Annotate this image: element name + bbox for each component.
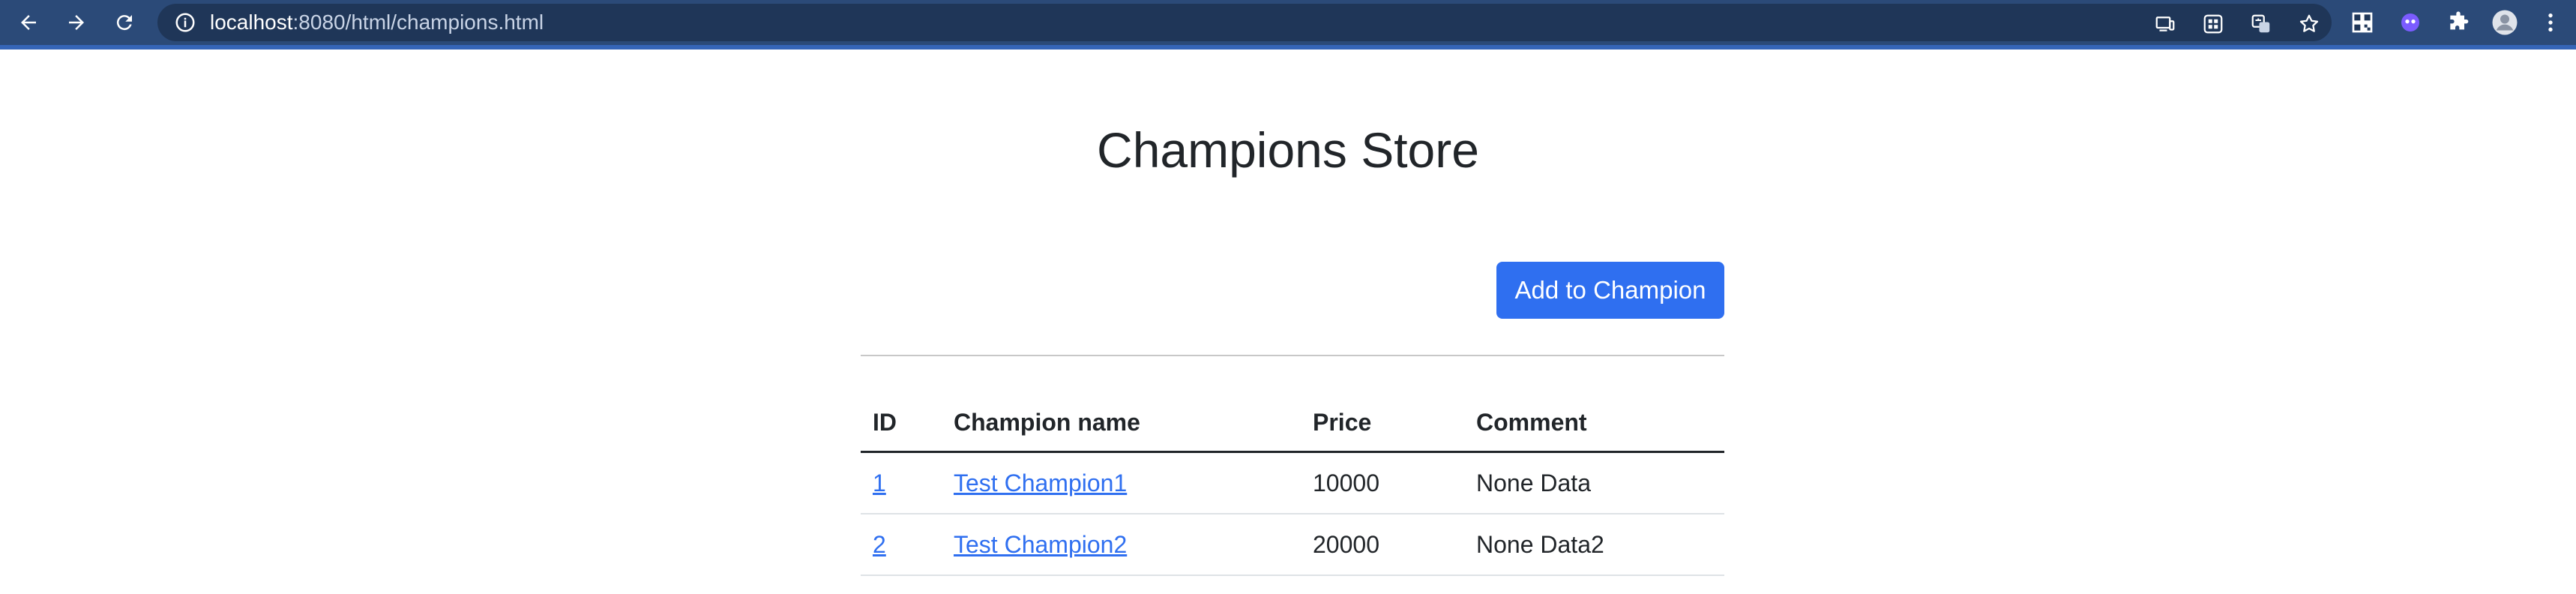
header-id: ID bbox=[861, 394, 942, 453]
header-champion-name: Champion name bbox=[942, 394, 1301, 453]
page-title: Champions Store bbox=[1097, 122, 1479, 178]
cell-comment: None Data bbox=[1464, 452, 1724, 514]
cell-price: 20000 bbox=[1301, 514, 1464, 576]
extension-face-icon[interactable] bbox=[2397, 9, 2424, 36]
translate-icon[interactable] bbox=[2250, 13, 2272, 35]
reload-icon bbox=[116, 15, 132, 31]
table-row: 1 Test Champion1 10000 None Data bbox=[861, 452, 1724, 514]
cast-icon[interactable] bbox=[2154, 13, 2176, 35]
qr-code-icon[interactable] bbox=[2349, 9, 2376, 36]
arrow-right-icon bbox=[69, 15, 84, 30]
url-text[interactable]: localhost:8080/html/champions.html bbox=[210, 10, 544, 35]
forward-button[interactable] bbox=[61, 8, 91, 38]
address-bar[interactable]: localhost:8080/html/champions.html bbox=[157, 4, 2332, 41]
cell-price: 10000 bbox=[1301, 452, 1464, 514]
arrow-left-icon bbox=[21, 15, 36, 30]
browser-toolbar: localhost:8080/html/champions.html bbox=[0, 0, 2576, 50]
header-comment: Comment bbox=[1464, 394, 1724, 453]
champion-name-link[interactable]: Test Champion1 bbox=[954, 470, 1127, 496]
reload-button[interactable] bbox=[109, 8, 139, 38]
apps-grid-icon[interactable] bbox=[2202, 13, 2224, 35]
url-path: :8080/html/champions.html bbox=[292, 10, 544, 34]
info-icon[interactable] bbox=[174, 11, 196, 34]
puzzle-extensions-icon[interactable] bbox=[2445, 9, 2472, 36]
divider bbox=[861, 355, 1724, 356]
back-button[interactable] bbox=[13, 8, 43, 38]
add-champion-button[interactable]: Add to Champion bbox=[1496, 262, 1724, 319]
profile-avatar-icon[interactable] bbox=[2491, 9, 2518, 36]
bookmark-star-icon[interactable] bbox=[2298, 13, 2320, 35]
menu-kebab-icon[interactable] bbox=[2537, 9, 2564, 36]
champion-id-link[interactable]: 1 bbox=[873, 470, 886, 496]
cell-name: Test Champion1 bbox=[942, 452, 1301, 514]
cell-id: 1 bbox=[861, 452, 942, 514]
cell-id: 2 bbox=[861, 514, 942, 576]
table-header-row: ID Champion name Price Comment bbox=[861, 394, 1724, 453]
champions-table: ID Champion name Price Comment 1 Test Ch… bbox=[861, 394, 1724, 576]
table-row: 2 Test Champion2 20000 None Data2 bbox=[861, 514, 1724, 576]
champion-id-link[interactable]: 2 bbox=[873, 531, 886, 558]
cell-comment: None Data2 bbox=[1464, 514, 1724, 576]
champion-name-link[interactable]: Test Champion2 bbox=[954, 531, 1127, 558]
url-host: localhost bbox=[210, 10, 293, 34]
cell-name: Test Champion2 bbox=[942, 514, 1301, 576]
header-price: Price bbox=[1301, 394, 1464, 453]
